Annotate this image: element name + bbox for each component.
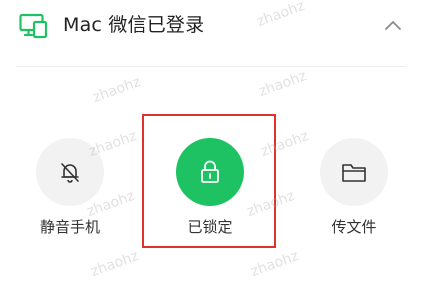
folder-icon	[342, 164, 366, 182]
chevron-up-icon	[385, 21, 401, 30]
watermark-text: zhaohz	[90, 74, 143, 106]
wechat-login-panel: Mac 微信已登录 静音手机 已锁定 传文件 zhaohz zhaohz zha…	[0, 0, 427, 281]
watermark-text: zhaohz	[248, 248, 301, 280]
login-status-header: Mac 微信已登录	[0, 0, 427, 52]
desktop-monitor-icon	[19, 13, 48, 39]
collapse-button[interactable]	[378, 12, 408, 38]
mute-phone-button[interactable]: 静音手机	[28, 138, 112, 237]
page-title: Mac 微信已登录	[63, 14, 205, 36]
mute-phone-circle[interactable]	[36, 138, 104, 206]
transfer-file-label: 传文件	[331, 218, 377, 236]
header-divider	[16, 66, 406, 67]
highlight-annotation-box	[142, 114, 276, 248]
watermark-text: zhaohz	[256, 68, 309, 100]
watermark-text: zhaohz	[88, 248, 141, 280]
transfer-file-circle[interactable]	[320, 138, 388, 206]
transfer-file-button[interactable]: 传文件	[312, 138, 396, 237]
bell-mute-icon	[61, 163, 79, 183]
mute-phone-label: 静音手机	[39, 218, 100, 236]
